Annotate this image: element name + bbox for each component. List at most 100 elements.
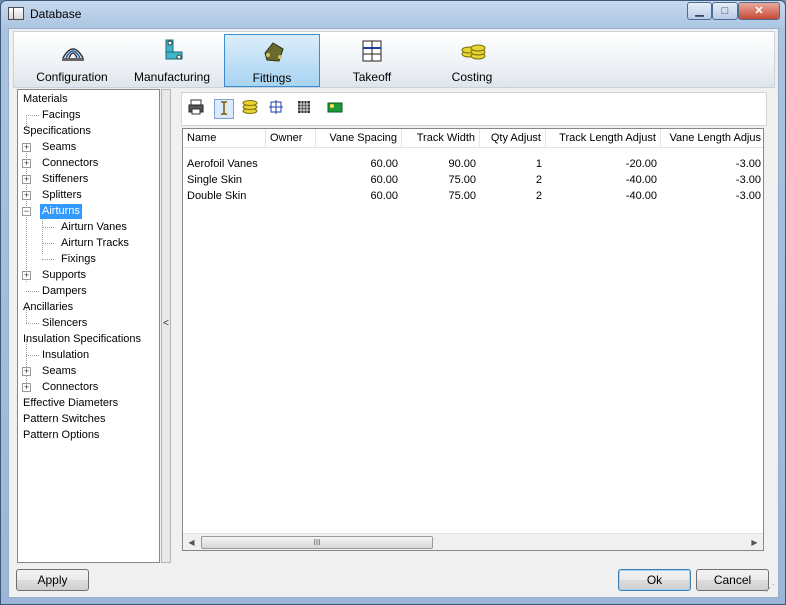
expand-icon[interactable]: + [22, 191, 31, 200]
tree-line [26, 323, 39, 324]
tree-node-pattern-switches[interactable]: Pattern Switches [23, 412, 106, 427]
title-bar[interactable]: Database ▁ □ ✕ [1, 1, 785, 27]
tree-line [26, 291, 39, 292]
column-header-vane-length-adjust[interactable]: Vane Length Adjus [661, 129, 763, 148]
category-tree[interactable]: Materials Facings Specifications + Seams… [17, 89, 160, 563]
tree-line [26, 115, 39, 116]
client-area: Configuration Manufacturing Fittings Tak… [8, 28, 779, 598]
cell-owner [266, 172, 316, 188]
text-edit-button[interactable] [214, 99, 234, 119]
tree-node-connectors[interactable]: Connectors [42, 156, 98, 171]
grid-header: Name Owner Vane Spacing Track Width Qty … [183, 129, 763, 148]
data-grid[interactable]: Name Owner Vane Spacing Track Width Qty … [182, 128, 764, 551]
cell-vane-spacing: 60.00 [370, 158, 398, 170]
expand-icon[interactable]: + [22, 159, 31, 168]
grid-toolbar [181, 92, 767, 126]
green-card-icon [327, 102, 343, 113]
costing-button[interactable] [240, 99, 260, 119]
maximize-button[interactable]: □ [712, 2, 738, 20]
ok-button[interactable]: Ok [618, 569, 691, 591]
text-cursor-icon [221, 101, 227, 115]
cell-name: Aerofoil Vanes [187, 158, 258, 170]
window-title: Database [30, 7, 82, 21]
scroll-thumb[interactable]: III [201, 536, 433, 549]
tab-configuration[interactable]: Configuration [24, 34, 120, 87]
apply-button[interactable]: Apply [16, 569, 89, 591]
column-header-owner[interactable]: Owner [266, 129, 316, 148]
table-row[interactable]: Aerofoil Vanes 60.00 90.00 1 -20.00 -3.0… [183, 156, 763, 172]
cancel-button[interactable]: Cancel [696, 569, 769, 591]
column-header-qty-adjust[interactable]: Qty Adjust [480, 129, 546, 148]
tree-node-airturns[interactable]: Airturns [40, 204, 82, 219]
window-app-icon [8, 7, 24, 20]
tree-node-seams[interactable]: Seams [42, 140, 76, 155]
close-button[interactable]: ✕ [738, 2, 780, 20]
print-icon [188, 99, 204, 115]
tree-line [42, 227, 54, 228]
content-panel: Name Owner Vane Spacing Track Width Qty … [181, 89, 773, 553]
print-button[interactable] [186, 99, 206, 119]
card-button[interactable] [325, 99, 345, 119]
cell-vane-length-adjust: -3.00 [735, 190, 761, 202]
column-header-name[interactable]: Name [183, 129, 266, 148]
column-header-vane-spacing[interactable]: Vane Spacing [316, 129, 402, 148]
tree-node-specifications[interactable]: Specifications [23, 124, 91, 139]
tree-node-insulation-connectors[interactable]: Connectors [42, 380, 98, 395]
expand-icon[interactable]: + [22, 271, 31, 280]
tree-node-facings[interactable]: Facings [42, 108, 81, 123]
expand-icon[interactable]: + [22, 367, 31, 376]
tab-manufacturing[interactable]: Manufacturing [124, 34, 220, 87]
tab-fittings[interactable]: Fittings [224, 34, 320, 87]
column-header-track-width[interactable]: Track Width [402, 129, 480, 148]
tree-line [42, 243, 54, 244]
tree-node-airturn-vanes[interactable]: Airturn Vanes [61, 220, 127, 235]
ribbon-bar: Configuration Manufacturing Fittings Tak… [13, 31, 775, 88]
tree-node-airturn-tracks[interactable]: Airturn Tracks [61, 236, 129, 251]
tree-node-splitters[interactable]: Splitters [42, 188, 82, 203]
tab-label: Configuration [36, 70, 108, 84]
tree-node-insulation-seams[interactable]: Seams [42, 364, 76, 379]
scroll-right-icon[interactable]: ▶ [746, 534, 763, 550]
cell-track-width: 90.00 [448, 158, 476, 170]
costing-icon [461, 44, 486, 60]
tree-node-effective-diameters[interactable]: Effective Diameters [23, 396, 118, 411]
cell-vane-spacing: 60.00 [370, 174, 398, 186]
cell-name: Double Skin [187, 190, 247, 202]
tree-node-materials[interactable]: Materials [23, 92, 68, 107]
horizontal-scrollbar[interactable]: ◀ III ▶ [183, 533, 763, 550]
grid-button[interactable] [294, 99, 314, 119]
tree-node-ancillaries[interactable]: Ancillaries [23, 300, 73, 315]
tree-node-dampers[interactable]: Dampers [42, 284, 87, 299]
collapse-arrow-icon[interactable]: < [163, 318, 169, 329]
tab-takeoff[interactable]: Takeoff [324, 34, 420, 87]
table-row[interactable]: Single Skin 60.00 75.00 2 -40.00 -3.00 [183, 172, 763, 188]
expand-icon[interactable]: + [22, 143, 31, 152]
tree-node-insulation[interactable]: Insulation [42, 348, 89, 363]
tree-node-pattern-options[interactable]: Pattern Options [23, 428, 99, 443]
tree-line [26, 355, 39, 356]
crosshair-button[interactable] [266, 99, 286, 119]
tree-node-insulation-specifications[interactable]: Insulation Specifications [23, 332, 141, 347]
tree-node-silencers[interactable]: Silencers [42, 316, 87, 331]
expand-icon[interactable]: + [22, 175, 31, 184]
tab-costing[interactable]: Costing [424, 34, 520, 87]
tab-label: Costing [451, 70, 493, 84]
cell-track-length-adjust: -20.00 [625, 158, 657, 170]
manufacturing-icon [165, 39, 183, 60]
expand-icon[interactable]: + [22, 383, 31, 392]
column-header-track-length-adjust[interactable]: Track Length Adjust [546, 129, 661, 148]
collapse-icon[interactable]: − [22, 207, 31, 216]
crosshair-icon [269, 100, 283, 114]
configuration-icon [62, 48, 84, 61]
tree-node-fixings[interactable]: Fixings [61, 252, 96, 267]
tree-node-supports[interactable]: Supports [42, 268, 86, 283]
panel-splitter[interactable]: < [161, 89, 171, 563]
scroll-left-icon[interactable]: ◀ [183, 534, 200, 550]
cell-qty-adjust: 2 [535, 174, 542, 186]
cell-track-width: 75.00 [448, 190, 476, 202]
minimize-button[interactable]: ▁ [687, 2, 712, 20]
resize-grip-icon[interactable]: ⋰ [765, 583, 775, 594]
tree-node-stiffeners[interactable]: Stiffeners [42, 172, 88, 187]
table-row[interactable]: Double Skin 60.00 75.00 2 -40.00 -3.00 [183, 188, 763, 204]
cell-track-length-adjust: -40.00 [625, 174, 657, 186]
